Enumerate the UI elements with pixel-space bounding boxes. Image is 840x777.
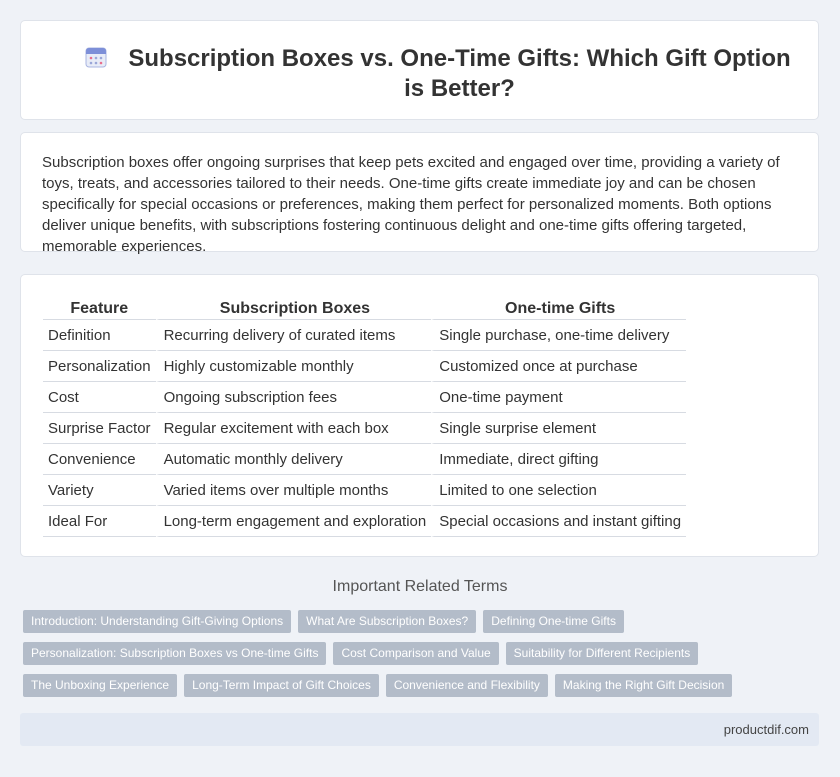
table-cell: Convenience <box>43 444 156 475</box>
table-row: Surprise Factor Regular excitement with … <box>43 413 687 444</box>
related-term-tag[interactable]: Cost Comparison and Value <box>333 642 499 665</box>
table-cell: Customized once at purchase <box>431 351 687 382</box>
table-cell: Immediate, direct gifting <box>431 444 687 475</box>
related-term-tag[interactable]: Introduction: Understanding Gift-Giving … <box>23 610 292 633</box>
related-term-tag[interactable]: Long-Term Impact of Gift Choices <box>184 674 379 697</box>
table-cell: Personalization <box>43 351 156 382</box>
intro-card: Subscription boxes offer ongoing surpris… <box>20 132 819 255</box>
page-title: Subscription Boxes vs. One-Time Gifts: W… <box>128 45 791 102</box>
table-cell: Recurring delivery of curated items <box>155 320 432 351</box>
table-cell: Definition <box>43 320 156 351</box>
intro-paragraph: Subscription boxes offer ongoing surpris… <box>42 154 780 255</box>
table-cell: Limited to one selection <box>431 475 687 506</box>
table-cell: Ideal For <box>43 506 156 537</box>
related-terms-list: Introduction: Understanding Gift-Giving … <box>23 610 803 706</box>
table-row: Personalization Highly customizable mont… <box>43 351 687 382</box>
table-cell: One-time payment <box>431 382 687 413</box>
tag-row: Introduction: Understanding Gift-Giving … <box>23 610 803 633</box>
table-row: Definition Recurring delivery of curated… <box>43 320 687 351</box>
table-cell: Long-term engagement and exploration <box>155 506 432 537</box>
table-cell: Ongoing subscription fees <box>155 382 432 413</box>
table-cell: Varied items over multiple months <box>155 475 432 506</box>
related-term-tag[interactable]: What Are Subscription Boxes? <box>298 610 477 633</box>
related-terms-heading: Important Related Terms <box>332 578 508 595</box>
table-header-row: Feature Subscription Boxes One-time Gift… <box>43 295 687 320</box>
table-row: Convenience Automatic monthly delivery I… <box>43 444 687 475</box>
tag-row: Personalization: Subscription Boxes vs O… <box>23 642 803 665</box>
table-cell: Variety <box>43 475 156 506</box>
tag-row: The Unboxing Experience Long-Term Impact… <box>23 674 803 697</box>
comparison-table: Feature Subscription Boxes One-time Gift… <box>43 295 687 537</box>
related-term-tag[interactable]: Suitability for Different Recipients <box>505 642 699 665</box>
table-cell: Single surprise element <box>431 413 687 444</box>
calendar-icon <box>85 47 107 68</box>
table-row: Variety Varied items over multiple month… <box>43 475 687 506</box>
related-term-tag[interactable]: Personalization: Subscription Boxes vs O… <box>23 642 327 665</box>
related-term-tag[interactable]: Convenience and Flexibility <box>385 674 548 697</box>
table-cell: Regular excitement with each box <box>155 413 432 444</box>
table-cell: Cost <box>43 382 156 413</box>
title-card: Subscription Boxes vs. One-Time Gifts: W… <box>20 20 819 120</box>
related-term-tag[interactable]: The Unboxing Experience <box>23 674 178 697</box>
table-cell: Automatic monthly delivery <box>155 444 432 475</box>
table-cell: Single purchase, one-time delivery <box>431 320 687 351</box>
table-cell: Special occasions and instant gifting <box>431 506 687 537</box>
related-term-tag[interactable]: Making the Right Gift Decision <box>554 674 733 697</box>
column-header: One-time Gifts <box>431 295 687 320</box>
column-header: Feature <box>43 295 156 320</box>
related-term-tag[interactable]: Defining One-time Gifts <box>483 610 624 633</box>
footer: productdif.com <box>20 713 819 746</box>
table-cell: Surprise Factor <box>43 413 156 444</box>
table-row: Cost Ongoing subscription fees One-time … <box>43 382 687 413</box>
site-name[interactable]: productdif.com <box>724 722 809 737</box>
column-header: Subscription Boxes <box>155 295 432 320</box>
comparison-card: Feature Subscription Boxes One-time Gift… <box>20 274 819 557</box>
table-row: Ideal For Long-term engagement and explo… <box>43 506 687 537</box>
table-cell: Highly customizable monthly <box>155 351 432 382</box>
